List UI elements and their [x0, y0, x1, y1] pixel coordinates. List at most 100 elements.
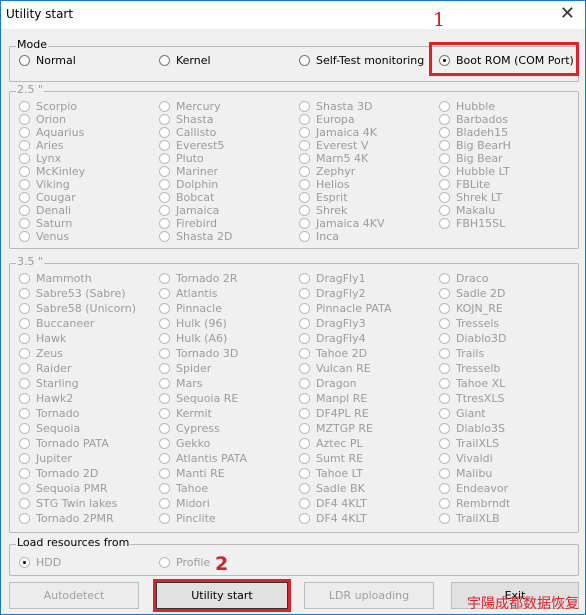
- drive-radio-2-5[interactable]: Esprit: [299, 191, 348, 204]
- drive-radio-2-5[interactable]: Helios: [299, 178, 350, 191]
- drive-radio-3-5[interactable]: Manti RE: [159, 467, 225, 480]
- drive-radio-2-5[interactable]: Shasta 3D: [299, 100, 372, 113]
- drive-radio-3-5[interactable]: TtresXLS: [439, 392, 504, 405]
- drive-radio-3-5[interactable]: Pinnacle: [159, 302, 222, 315]
- drive-radio-3-5[interactable]: Vivaldi: [439, 452, 493, 465]
- drive-radio-3-5[interactable]: Sabre53 (Sabre): [19, 287, 126, 300]
- drive-radio-3-5[interactable]: Manpl RE: [299, 392, 367, 405]
- ldr-uploading-button[interactable]: LDR uploading: [304, 582, 434, 609]
- drive-radio-3-5[interactable]: DragFly1: [299, 272, 366, 285]
- autodetect-button[interactable]: Autodetect: [9, 582, 139, 609]
- drive-radio-2-5[interactable]: Jamaica: [159, 204, 219, 217]
- drive-radio-2-5[interactable]: Viking: [19, 178, 70, 191]
- drive-radio-3-5[interactable]: Giant: [439, 407, 486, 420]
- drive-radio-3-5[interactable]: Cypress: [159, 422, 220, 435]
- drive-radio-3-5[interactable]: Tahoe LT: [299, 467, 363, 480]
- drive-radio-3-5[interactable]: Tornado 2R: [159, 272, 237, 285]
- load-radio-0[interactable]: HDD: [19, 556, 61, 569]
- drive-radio-2-5[interactable]: Hubble: [439, 100, 495, 113]
- drive-radio-2-5[interactable]: Hubble LT: [439, 165, 510, 178]
- drive-radio-2-5[interactable]: Makalu: [439, 204, 495, 217]
- drive-radio-3-5[interactable]: Hulk (A6): [159, 332, 227, 345]
- mode-radio-0[interactable]: Normal: [19, 54, 76, 67]
- drive-radio-3-5[interactable]: Mammoth: [19, 272, 92, 285]
- drive-radio-3-5[interactable]: Spider: [159, 362, 211, 375]
- drive-radio-3-5[interactable]: Gekko: [159, 437, 210, 450]
- drive-radio-3-5[interactable]: DF4 4KLT: [299, 512, 367, 525]
- drive-radio-2-5[interactable]: Aquarius: [19, 126, 84, 139]
- drive-radio-3-5[interactable]: Raider: [19, 362, 71, 375]
- drive-radio-3-5[interactable]: Buccaneer: [19, 317, 94, 330]
- drive-radio-2-5[interactable]: Scorpio: [19, 100, 77, 113]
- drive-radio-3-5[interactable]: Tornado 3D: [159, 347, 238, 360]
- drive-radio-3-5[interactable]: Atlantis: [159, 287, 218, 300]
- drive-radio-3-5[interactable]: Hawk: [19, 332, 66, 345]
- drive-radio-3-5[interactable]: KOJN_RE: [439, 302, 503, 315]
- drive-radio-3-5[interactable]: Hawk2: [19, 392, 73, 405]
- drive-radio-3-5[interactable]: DragFly2: [299, 287, 366, 300]
- drive-radio-2-5[interactable]: FBLite: [439, 178, 490, 191]
- load-radio-1[interactable]: Profile: [159, 556, 210, 569]
- drive-radio-2-5[interactable]: Zephyr: [299, 165, 355, 178]
- drive-radio-2-5[interactable]: Everest5: [159, 139, 224, 152]
- drive-radio-3-5[interactable]: MZTGP RE: [299, 422, 373, 435]
- drive-radio-2-5[interactable]: Marn5 4K: [299, 152, 368, 165]
- drive-radio-3-5[interactable]: Tornado 2PMR: [19, 512, 114, 525]
- drive-radio-2-5[interactable]: Aries: [19, 139, 64, 152]
- drive-radio-2-5[interactable]: Jamaica 4K: [299, 126, 377, 139]
- drive-radio-2-5[interactable]: Pluto: [159, 152, 204, 165]
- drive-radio-2-5[interactable]: Big BearH: [439, 139, 511, 152]
- drive-radio-3-5[interactable]: Tresselb: [439, 362, 500, 375]
- drive-radio-2-5[interactable]: Europa: [299, 113, 355, 126]
- drive-radio-3-5[interactable]: Aztec PL: [299, 437, 363, 450]
- drive-radio-2-5[interactable]: Shasta 2D: [159, 230, 232, 243]
- drive-radio-3-5[interactable]: Jupiter: [19, 452, 72, 465]
- drive-radio-3-5[interactable]: Tahoe XL: [439, 377, 505, 390]
- drive-radio-2-5[interactable]: Bobcat: [159, 191, 214, 204]
- drive-radio-3-5[interactable]: Midori: [159, 497, 210, 510]
- drive-radio-3-5[interactable]: Sequoia RE: [159, 392, 238, 405]
- drive-radio-3-5[interactable]: Malibu: [439, 467, 492, 480]
- drive-radio-3-5[interactable]: STG Twin lakes: [19, 497, 117, 510]
- drive-radio-2-5[interactable]: Inca: [299, 230, 339, 243]
- close-icon[interactable]: ✕: [560, 3, 575, 24]
- drive-radio-3-5[interactable]: DF4PL RE: [299, 407, 369, 420]
- drive-radio-2-5[interactable]: FBH15SL: [439, 217, 505, 230]
- drive-radio-2-5[interactable]: Orion: [19, 113, 66, 126]
- drive-radio-3-5[interactable]: DragFly3: [299, 317, 366, 330]
- drive-radio-2-5[interactable]: Callisto: [159, 126, 216, 139]
- drive-radio-3-5[interactable]: Vulcan RE: [299, 362, 371, 375]
- drive-radio-2-5[interactable]: Denali: [19, 204, 71, 217]
- drive-radio-2-5[interactable]: Big Bear: [439, 152, 503, 165]
- drive-radio-2-5[interactable]: Venus: [19, 230, 69, 243]
- drive-radio-3-5[interactable]: Zeus: [19, 347, 63, 360]
- drive-radio-2-5[interactable]: Bladeh15: [439, 126, 508, 139]
- drive-radio-3-5[interactable]: Sadle BK: [299, 482, 365, 495]
- drive-radio-3-5[interactable]: Tressels: [439, 317, 499, 330]
- mode-radio-1[interactable]: Kernel: [159, 54, 211, 67]
- drive-radio-3-5[interactable]: Kermit: [159, 407, 212, 420]
- drive-radio-2-5[interactable]: Jamaica 4KV: [299, 217, 385, 230]
- drive-radio-3-5[interactable]: Atlantis PATA: [159, 452, 247, 465]
- drive-radio-3-5[interactable]: Tornado PATA: [19, 437, 109, 450]
- drive-radio-3-5[interactable]: TrailXLS: [439, 437, 499, 450]
- drive-radio-2-5[interactable]: Mariner: [159, 165, 218, 178]
- drive-radio-3-5[interactable]: Pinnacle PATA: [299, 302, 392, 315]
- drive-radio-2-5[interactable]: Shasta: [159, 113, 213, 126]
- drive-radio-3-5[interactable]: Diablo3D: [439, 332, 507, 345]
- drive-radio-3-5[interactable]: Tahoe 2D: [299, 347, 367, 360]
- drive-radio-2-5[interactable]: Barbados: [439, 113, 508, 126]
- drive-radio-3-5[interactable]: Dragon: [299, 377, 356, 390]
- drive-radio-3-5[interactable]: Tornado 2D: [19, 467, 98, 480]
- mode-radio-2[interactable]: Self-Test monitoring: [299, 54, 424, 67]
- drive-radio-3-5[interactable]: Draco: [439, 272, 489, 285]
- drive-radio-3-5[interactable]: Mars: [159, 377, 203, 390]
- drive-radio-3-5[interactable]: Tornado: [19, 407, 79, 420]
- drive-radio-3-5[interactable]: DragFly4: [299, 332, 366, 345]
- drive-radio-2-5[interactable]: McKinley: [19, 165, 85, 178]
- drive-radio-3-5[interactable]: Diablo3S: [439, 422, 505, 435]
- drive-radio-3-5[interactable]: Sumt RE: [299, 452, 363, 465]
- drive-radio-2-5[interactable]: Firebird: [159, 217, 217, 230]
- drive-radio-2-5[interactable]: Mercury: [159, 100, 221, 113]
- drive-radio-3-5[interactable]: Trails: [439, 347, 484, 360]
